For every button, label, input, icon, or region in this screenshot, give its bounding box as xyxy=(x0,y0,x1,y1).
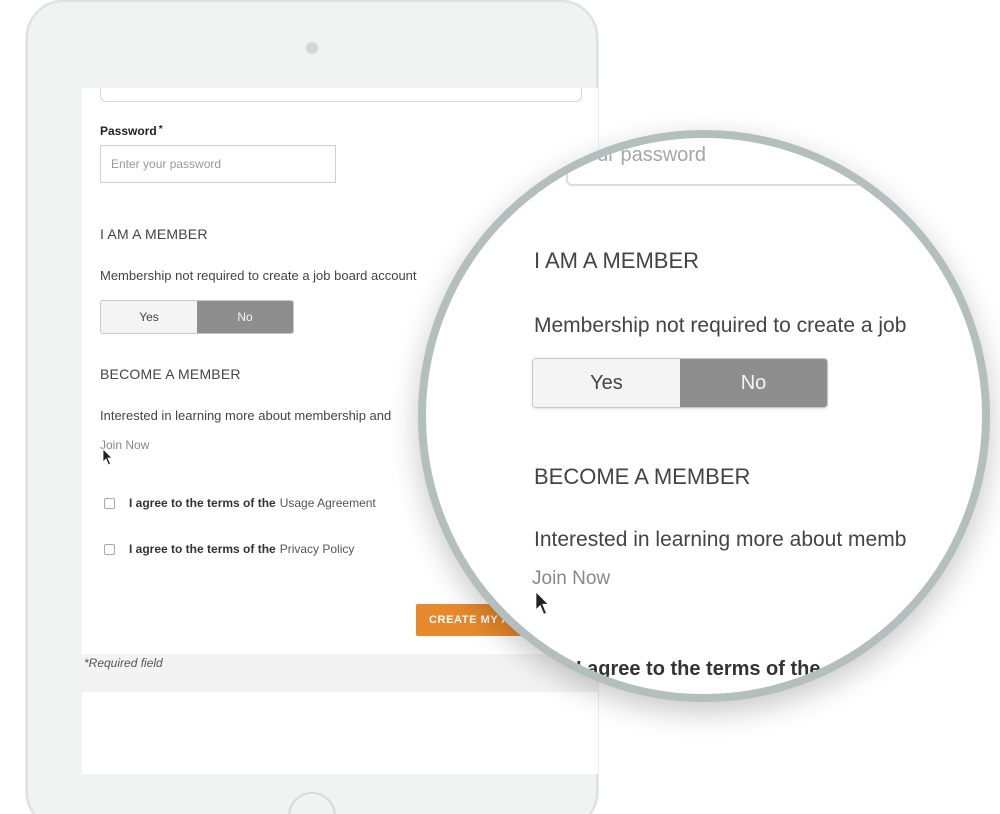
required-marker: * xyxy=(158,124,163,135)
privacy-policy-prefix: I agree to the terms of the xyxy=(129,542,276,556)
previous-input-field[interactable] xyxy=(100,88,582,102)
password-label: Password * xyxy=(100,124,163,138)
become-member-text: Interested in learning more about member… xyxy=(100,408,392,423)
magnified-arrow-cursor-icon xyxy=(535,590,551,616)
magnified-member-toggle: Yes No xyxy=(532,358,828,408)
privacy-policy-checkbox[interactable] xyxy=(104,543,115,555)
password-input[interactable] xyxy=(100,145,336,183)
toggle-yes-button[interactable]: Yes xyxy=(101,301,197,333)
magnified-password-placeholder: your password xyxy=(576,144,707,166)
magnifier-lens: your password I AM A MEMBER Membership n… xyxy=(418,130,990,702)
tablet-camera xyxy=(306,42,318,54)
usage-agreement-row: I agree to the terms of the Usage Agreem… xyxy=(104,496,376,510)
magnified-agree-text: I agree to the terms of the xyxy=(576,658,821,680)
privacy-policy-row: I agree to the terms of the Privacy Poli… xyxy=(104,542,354,556)
magnified-member-note: Membership not required to create a job xyxy=(534,314,907,337)
magnified-become-text: Interested in learning more about memb xyxy=(534,528,907,551)
required-field-note: *Required field xyxy=(84,656,163,670)
tablet-home-button xyxy=(288,792,336,814)
magnified-become-title: BECOME A MEMBER xyxy=(534,464,751,489)
usage-agreement-link[interactable]: Usage Agreement xyxy=(280,496,376,510)
member-toggle: Yes No xyxy=(100,300,294,334)
magnified-no-button: No xyxy=(680,359,827,407)
usage-agreement-prefix: I agree to the terms of the xyxy=(129,496,276,510)
magnified-join-now-link: Join Now xyxy=(532,568,611,589)
toggle-no-button[interactable]: No xyxy=(197,301,293,333)
member-section-title: I AM A MEMBER xyxy=(100,226,208,242)
magnified-member-title: I AM A MEMBER xyxy=(534,248,700,273)
magnified-yes-button: Yes xyxy=(533,359,680,407)
arrow-cursor-icon xyxy=(102,448,113,466)
usage-agreement-checkbox[interactable] xyxy=(104,497,115,509)
become-member-title: BECOME A MEMBER xyxy=(100,366,241,382)
privacy-policy-link[interactable]: Privacy Policy xyxy=(280,542,355,556)
member-note: Membership not required to create a job … xyxy=(100,268,417,283)
